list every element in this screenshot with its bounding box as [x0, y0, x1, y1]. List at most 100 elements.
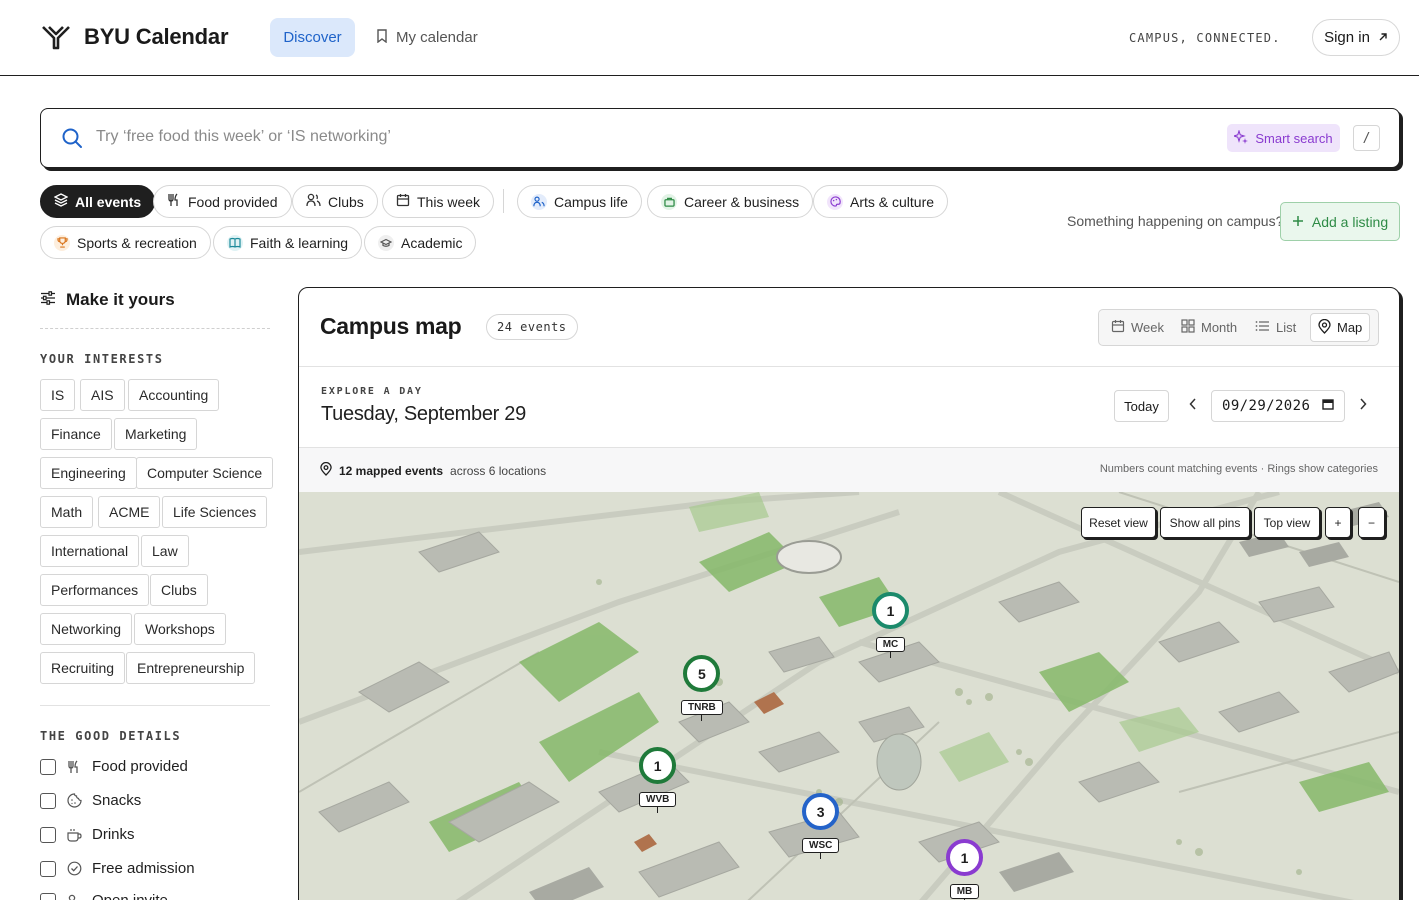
interest-tag[interactable]: Workshops — [134, 613, 226, 645]
filter-career-business[interactable]: Career & business — [647, 185, 814, 218]
date-picker-input[interactable]: 09/29/2026 — [1211, 390, 1345, 422]
filter-label: Career & business — [684, 193, 800, 210]
prev-day-button[interactable] — [1183, 396, 1203, 416]
detail-food-provided[interactable]: Food provided — [40, 758, 188, 775]
view-month-tab[interactable]: Month — [1174, 313, 1244, 342]
map-pin-mb[interactable]: 1 MB — [946, 839, 983, 900]
mapped-events-summary: 12 mapped events across 6 locations — [320, 461, 547, 479]
checkbox[interactable] — [40, 892, 56, 900]
interest-tag[interactable]: Recruiting — [40, 652, 126, 684]
campus-3d-map[interactable]: Reset view Show all pins Top view + − 1 … — [299, 492, 1399, 900]
mapped-events-suffix: across 6 locations — [450, 463, 547, 478]
detail-label: Food provided — [92, 758, 188, 775]
pin-count: 1 — [946, 839, 983, 876]
map-pin-tnrb[interactable]: 5 TNRB — [681, 655, 723, 721]
users-icon — [66, 894, 82, 900]
filter-label: Sports & recreation — [77, 234, 197, 251]
filter-clubs[interactable]: Clubs — [292, 185, 378, 218]
zoom-in-button[interactable]: + — [1325, 507, 1351, 538]
campus-map-image — [299, 492, 1399, 900]
sliders-icon — [40, 290, 56, 310]
interest-tag[interactable]: Clubs — [150, 574, 208, 606]
filter-label: Food provided — [188, 193, 278, 210]
interest-tag[interactable]: Performances — [40, 574, 150, 606]
interest-tag[interactable]: Computer Science — [136, 457, 274, 489]
add-listing-button[interactable]: Add a listing — [1280, 202, 1400, 241]
chevron-right-icon — [1359, 397, 1367, 415]
campus-map-panel: Campus map 24 events Week Month List Map… — [298, 287, 1400, 900]
view-map-tab[interactable]: Map — [1310, 313, 1371, 342]
map-pin-mc[interactable]: 1 MC — [872, 592, 909, 658]
nav-my-calendar[interactable]: My calendar — [376, 18, 478, 57]
interest-tag[interactable]: Math — [40, 496, 94, 528]
chevron-left-icon — [1189, 397, 1197, 415]
filter-food-provided[interactable]: Food provided — [153, 185, 292, 218]
top-view-button[interactable]: Top view — [1254, 507, 1320, 538]
detail-drinks[interactable]: Drinks — [40, 826, 135, 843]
filter-this-week[interactable]: This week — [382, 185, 495, 218]
interest-tag[interactable]: Accounting — [128, 379, 220, 411]
interest-tag[interactable]: Life Sciences — [162, 496, 268, 528]
nav-discover[interactable]: Discover — [270, 18, 355, 57]
interest-tag[interactable]: Law — [141, 535, 189, 567]
view-switcher: Week Month List Map — [1098, 309, 1379, 346]
checkbox[interactable] — [40, 758, 56, 775]
interest-tag[interactable]: Entrepreneurship — [126, 652, 256, 684]
pin-stem — [890, 652, 891, 658]
interest-tag[interactable]: Engineering — [40, 457, 137, 489]
chip-divider — [503, 189, 504, 213]
filter-campus-life[interactable]: Campus life — [517, 185, 642, 218]
filter-label: Academic — [401, 234, 463, 251]
detail-label: Drinks — [92, 826, 135, 843]
checkbox[interactable] — [40, 792, 56, 809]
filter-sports-recreation[interactable]: Sports & recreation — [40, 226, 211, 259]
map-pin-wsc[interactable]: 3 WSC — [802, 793, 840, 859]
byu-logo-icon[interactable] — [41, 24, 71, 50]
pin-count: 3 — [802, 793, 840, 830]
map-pin-wvb[interactable]: 1 WVB — [639, 747, 677, 813]
interest-tag[interactable]: Marketing — [114, 418, 198, 450]
search-icon — [61, 127, 83, 154]
interest-tag[interactable]: International — [40, 535, 140, 567]
checkbox[interactable] — [40, 860, 56, 877]
pin-label: MB — [949, 884, 980, 899]
interest-tag[interactable]: AIS — [80, 379, 125, 411]
interest-tag[interactable]: IS — [40, 379, 76, 411]
show-all-pins-button[interactable]: Show all pins — [1160, 507, 1250, 538]
filter-academic[interactable]: Academic — [364, 226, 477, 259]
checkbox[interactable] — [40, 826, 56, 843]
filter-all-events[interactable]: All events — [40, 185, 156, 218]
interest-tag[interactable]: Finance — [40, 418, 112, 450]
detail-label: Snacks — [92, 792, 142, 809]
view-list-tab[interactable]: List — [1248, 313, 1303, 342]
pin-label: MC — [875, 637, 906, 652]
view-week-tab[interactable]: Week — [1104, 313, 1171, 342]
search-bar[interactable]: Try ‘free food this week’ or ‘IS network… — [40, 108, 1400, 168]
filter-faith-learning[interactable]: Faith & learning — [213, 226, 363, 259]
sidebar-divider — [40, 328, 270, 329]
today-button[interactable]: Today — [1114, 390, 1169, 422]
filter-arts-culture[interactable]: Arts & culture — [813, 185, 949, 218]
graduation-cap-icon — [378, 234, 394, 251]
interest-tag[interactable]: Networking — [40, 613, 133, 645]
interest-tag[interactable]: ACME — [98, 496, 161, 528]
panel-title: Campus map — [320, 313, 462, 339]
sidebar-title-text: Make it yours — [66, 290, 175, 309]
detail-label: Open invite — [92, 892, 168, 900]
reset-view-button[interactable]: Reset view — [1081, 507, 1156, 538]
next-day-button[interactable] — [1353, 396, 1373, 416]
users-icon — [306, 193, 321, 210]
detail-snacks[interactable]: Snacks — [40, 792, 141, 809]
sign-in-button[interactable]: Sign in — [1312, 19, 1400, 56]
detail-free-admission[interactable]: Free admission — [40, 860, 195, 877]
search-input[interactable]: Try ‘free food this week’ or ‘IS network… — [96, 128, 391, 146]
view-list-label: List — [1276, 320, 1297, 335]
briefcase-icon — [661, 193, 677, 210]
add-listing-label: Add a listing — [1311, 213, 1389, 230]
brand-name[interactable]: BYU Calendar — [84, 24, 229, 50]
detail-open-invite[interactable]: Open invite — [40, 892, 168, 900]
smart-search-button[interactable]: Smart search — [1227, 124, 1340, 152]
trophy-icon — [54, 234, 70, 251]
pin-label: WSC — [802, 838, 840, 853]
zoom-out-button[interactable]: − — [1358, 507, 1385, 538]
